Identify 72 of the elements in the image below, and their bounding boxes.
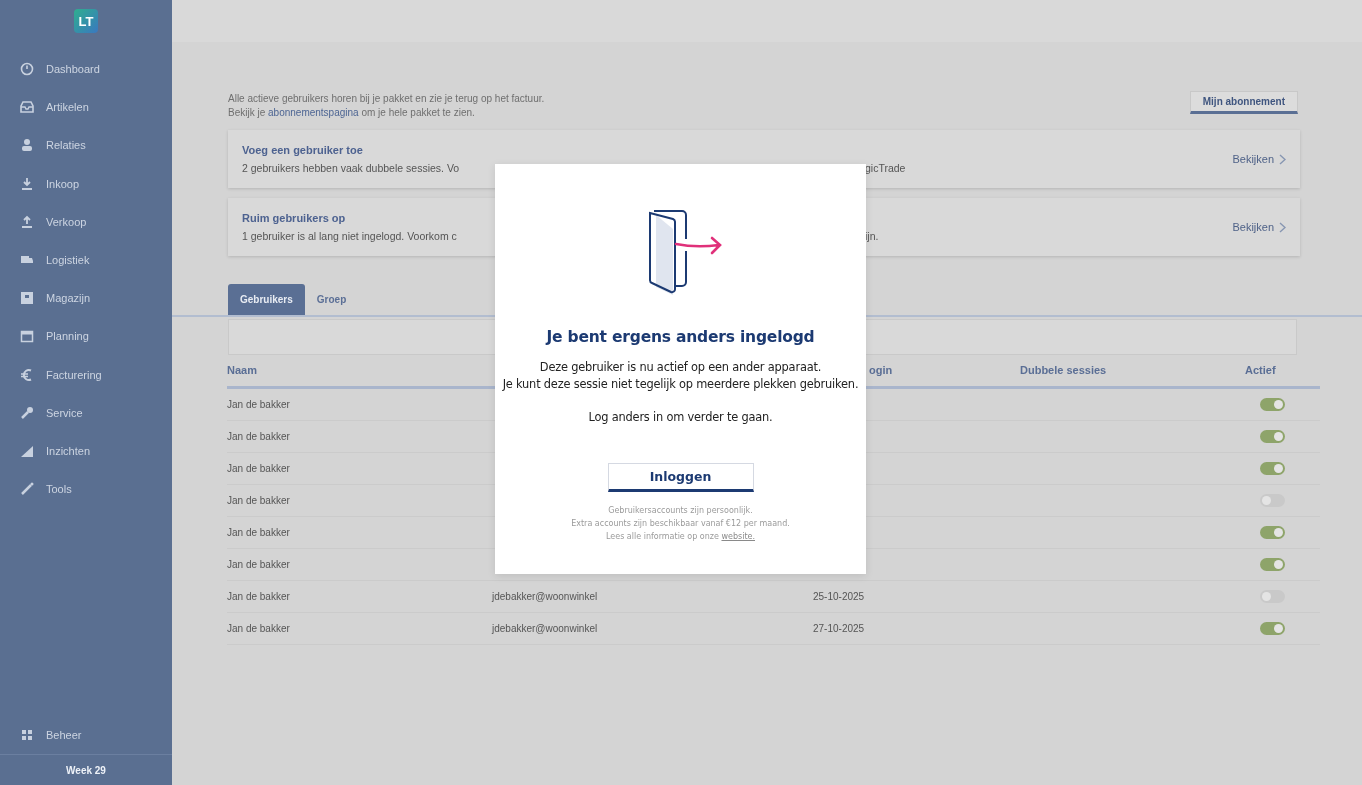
sidebar-item[interactable]: Beheer (0, 715, 172, 754)
chevron-right-icon (1279, 153, 1286, 165)
sidebar-item[interactable]: Inkoop (0, 164, 172, 203)
view-link[interactable]: Bekijken (1232, 221, 1286, 233)
tray-icon (20, 100, 34, 115)
calendar-icon (20, 329, 34, 344)
table-cell-text: Jan de bakker (227, 399, 291, 410)
chart-icon (20, 443, 34, 458)
table-cell-text: Jan de bakker (227, 591, 291, 602)
table-cell-text: Jan de bakker (227, 463, 291, 474)
sidebar-item[interactable]: Planning (0, 317, 172, 356)
card-title: Voeg een gebruiker toe (242, 144, 364, 156)
sidebar-item[interactable]: Verkoop (0, 202, 172, 241)
person-icon (20, 138, 34, 153)
download-icon (20, 176, 34, 191)
sidebar-item[interactable]: Service (0, 393, 172, 432)
grid-icon (20, 727, 34, 742)
toggle-switch[interactable] (1260, 398, 1285, 411)
sidebar-item[interactable]: Magazijn (0, 279, 172, 318)
toggle-switch[interactable] (1260, 462, 1285, 475)
sidebar-item[interactable]: Tools (0, 470, 172, 509)
toggle-switch[interactable] (1260, 494, 1285, 507)
wand-icon (20, 482, 34, 497)
card-text: 1 gebruiker is al lang niet ingelogd. Voorkom c (242, 230, 458, 242)
toggle-switch[interactable] (1260, 622, 1285, 635)
subscription-link[interactable]: abonnementspagina (268, 107, 359, 118)
table-cell-text: Jan de bakker (227, 431, 291, 442)
table-cell-text: Jan de bakker (227, 559, 291, 570)
logo[interactable]: LT (74, 9, 98, 33)
toggle-switch[interactable] (1260, 590, 1285, 603)
table-cell-text: 25-10-2025 (813, 591, 866, 602)
upload-icon (20, 214, 34, 229)
card-text: 2 gebruikers hebben vaak dubbele sessies. Vo (242, 162, 461, 174)
dialog-instruction: Log anders in om verder te gaan. (588, 410, 773, 424)
column-header: Naam (227, 364, 258, 376)
column-header: Actief (1245, 364, 1277, 376)
sidebar-item[interactable]: Logistiek (0, 240, 172, 280)
view-link[interactable]: Bekijken (1232, 153, 1286, 165)
dialog-title: Je bent ergens anders ingelogd (546, 328, 815, 346)
dialog-footnote: Gebruikersaccounts zijn persoonlijk. Extra accounts zijn beschikbaar vanaf €12 per maand. Lees alle informatie op onze website. (571, 505, 790, 543)
table-cell-text: jdebakker@woonwinkel (492, 623, 599, 634)
toggle-switch[interactable] (1260, 558, 1285, 571)
sidebar-item[interactable]: Dashboard (0, 50, 172, 89)
toggle-switch[interactable] (1260, 526, 1285, 539)
sidebar-item[interactable]: Relaties (0, 126, 172, 165)
card-text: gicTrade (865, 162, 907, 174)
subscription-button[interactable]: Mijn abonnement (1189, 91, 1298, 114)
table-cell-text: Jan de bakker (227, 527, 291, 538)
sidebar-item[interactable]: Artikelen (0, 88, 172, 127)
tab[interactable]: Groep (304, 284, 359, 315)
table-cell-text: Jan de bakker (227, 623, 291, 634)
login-button[interactable]: Inloggen (607, 463, 754, 492)
chevron-right-icon (1279, 221, 1286, 233)
toggle-switch[interactable] (1260, 430, 1285, 443)
sidebar-item[interactable]: Inzichten (0, 431, 172, 471)
dialog-message: Deze gebruiker is nu actief op een ander apparaat. Je kunt deze sessie niet tegelijk op meerdere plekken gebruiken. (502, 359, 859, 393)
table-cell-text: 27-10-2025 (813, 623, 866, 634)
box-icon (20, 291, 34, 306)
euro-icon (20, 367, 34, 382)
tab[interactable]: Gebruikers (228, 284, 305, 315)
wrench-icon (20, 405, 34, 420)
sidebar-item[interactable]: Facturering (0, 355, 172, 394)
column-header: Dubbele sessies (1020, 364, 1108, 376)
card-title: Ruim gebruikers op (242, 212, 347, 224)
website-link[interactable]: website. (721, 532, 755, 541)
table-cell-text: Jan de bakker (227, 495, 291, 506)
table-cell-text: jdebakker@woonwinkel (492, 591, 599, 602)
dashboard-icon (20, 62, 34, 77)
week-label: Week 29 (65, 764, 107, 778)
intro-text: Bekijk je abonnementspagina om je hele pakket te zien. (228, 106, 476, 120)
intro-text: Alle actieve gebruikers horen bij je pakket en zie je terug op het factuur. (228, 92, 545, 106)
card-text: ijn. (865, 230, 880, 242)
